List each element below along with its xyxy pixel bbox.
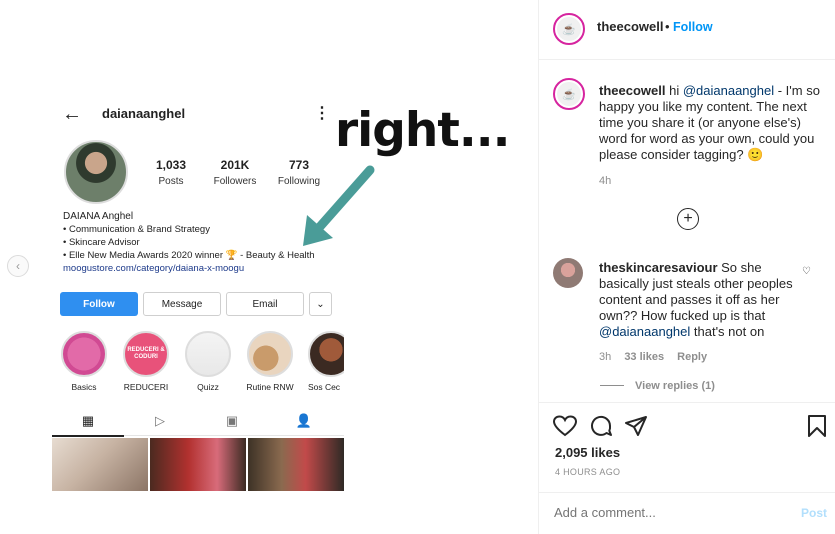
highlight-cover [185,331,231,377]
highlight-cover: REDUCERI & CODURI [123,331,169,377]
highlight-cover [247,331,293,377]
like-button[interactable] [552,413,578,439]
more-options-icon: ⋮ [314,105,330,122]
highlight-label: Sos Cec [307,382,341,392]
caption-username[interactable]: theecowell [599,83,665,98]
highlight-quizz: Quizz [183,331,233,392]
comment-time: 3h [599,351,612,363]
highlight-cover-text: REDUCERI & CODURI [127,347,165,360]
stat-posts-value: 1,033 [155,158,187,172]
comment-mention[interactable]: @daianaanghel [599,324,690,339]
highlight-label: Quizz [197,382,219,392]
stat-followers: 201K Followers [200,158,270,187]
post-comment-button[interactable]: Post [801,506,827,520]
bio-link: moogustore.com/category/daiana-x-moogu [63,263,245,274]
highlight-cover [61,331,107,377]
stat-posts-label: Posts [158,176,184,187]
profile-email-button: Email [226,292,304,316]
caption-mention[interactable]: @daianaanghel [683,83,774,98]
profile-suggest-button: ⌄ [309,292,332,316]
stat-followers-value: 201K [220,158,250,172]
replies-divider [600,385,624,386]
profile-message-button: Message [143,292,221,316]
profile-username: daianaanghel [102,106,186,121]
caption-text-before: hi [669,83,683,98]
highlight-basics: Basics [59,331,109,392]
add-comment-section: Post [539,492,835,534]
caption-avatar[interactable]: ☕ [553,78,585,110]
chevron-down-icon: ⌄ [316,298,325,310]
post-sidebar: ☕ theecowell • Follow ☕ theecowell hi @d… [538,0,835,534]
grid-thumbnail [248,438,344,491]
profile-screenshot: ← daianaanghel ⋮ 1,033 Posts 201K Follow… [52,95,344,495]
plus-icon: + [683,210,693,227]
comment-bubble-icon [591,415,612,436]
profile-post-grid [52,438,344,491]
highlight-label: Rutine RNW [246,382,294,392]
stat-posts: 1,033 Posts [136,158,206,187]
post-header: ☕ theecowell • Follow [539,0,835,60]
annotation-arrow-icon [303,165,375,246]
tagged-icon: 👤 [295,413,313,428]
likes-count[interactable]: 2,095 likes [555,445,620,460]
highlight-label: Basics [71,382,97,392]
back-arrow-icon: ← [62,103,82,125]
author-avatar[interactable]: ☕ [553,13,585,45]
avatar-icon: ☕ [557,17,581,41]
igtv-icon: ▣ [225,413,239,428]
active-tab-indicator [52,435,124,437]
comment-likes[interactable]: 33 likes [624,351,664,363]
chevron-left-icon: ‹ [16,259,20,273]
highlight-rutine: Rutine RNW [245,331,295,392]
heart-icon [553,415,577,437]
comment-button[interactable] [588,413,614,439]
save-button[interactable] [804,413,830,439]
load-more-comments-button[interactable]: + [677,208,699,230]
comment-username[interactable]: theskincaresaviour [599,260,718,275]
annotation-text: right... [335,103,510,158]
bookmark-icon [808,415,826,437]
grid-thumbnail [150,438,246,491]
profile-avatar [64,140,128,204]
follow-button[interactable]: Follow [673,20,713,34]
caption-meta: 4h [599,175,621,187]
comment-text-after: that's not on [690,324,765,339]
stat-followers-label: Followers [213,176,257,187]
post-actions: 2,095 likes 4 HOURS AGO [539,402,835,492]
post-timestamp: 4 HOURS AGO [555,467,621,477]
author-username[interactable]: theecowell [597,19,663,34]
avatar-icon: ☕ [557,82,581,106]
grid-thumbnail [52,438,148,491]
commenter-avatar[interactable] [553,258,583,288]
separator-dot: • [665,19,670,34]
highlight-cover [308,331,344,377]
profile-tabs: ▦ ▷ ▣ 👤 [52,408,344,437]
post-media: ‹ ← daianaanghel ⋮ 1,033 Posts 201K Foll… [0,0,538,534]
reply-button[interactable]: Reply [677,351,707,363]
caption-time: 4h [599,175,612,187]
view-replies-button[interactable]: View replies (1) [635,380,715,392]
comment-meta: 3h 33 likes Reply [599,351,717,363]
share-button[interactable] [623,413,649,439]
add-comment-input[interactable] [554,505,754,520]
highlight-sos: Sos Cec [304,331,344,392]
highlight-reduceri: REDUCERI & CODURI REDUCERI [121,331,171,392]
profile-follow-button: Follow [60,292,138,316]
reels-icon: ▷ [155,413,165,428]
previous-image-button[interactable]: ‹ [7,255,29,277]
grid-icon: ▦ [81,413,95,428]
paper-plane-icon [625,416,647,436]
like-comment-heart-icon[interactable]: ♡ [802,266,811,277]
comment-text: theskincaresaviour So she basically just… [599,260,799,340]
highlight-label: REDUCERI [123,382,169,392]
caption-text: theecowell hi @daianaanghel - I'm so hap… [599,83,821,163]
